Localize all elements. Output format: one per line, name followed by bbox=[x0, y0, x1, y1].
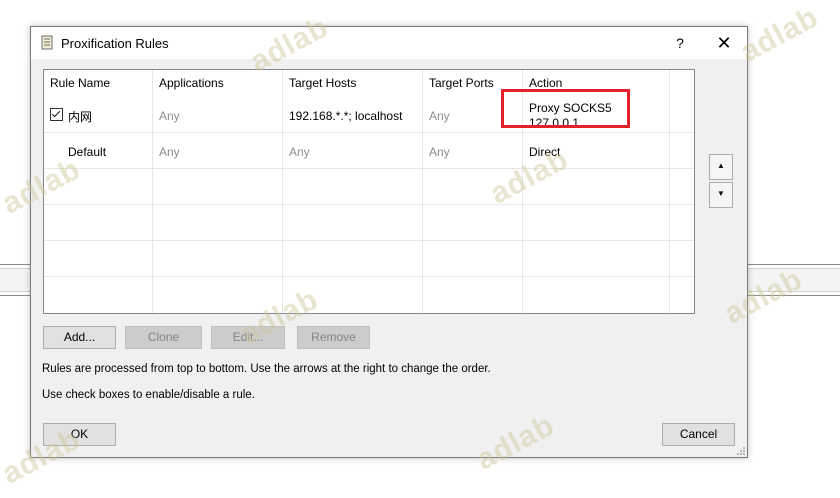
rule-applications: Any bbox=[159, 109, 180, 123]
header-target-ports[interactable]: Target Ports bbox=[423, 70, 494, 96]
move-up-button[interactable]: ▲ bbox=[709, 154, 733, 180]
rule-target-hosts: Any bbox=[289, 145, 310, 159]
resize-grip-icon[interactable] bbox=[736, 446, 746, 456]
dialog-title: Proxification Rules bbox=[61, 36, 169, 51]
row-divider bbox=[44, 276, 694, 277]
rule-target-ports: Any bbox=[429, 109, 450, 123]
ok-button[interactable]: OK bbox=[43, 423, 116, 446]
rule-action: Direct bbox=[529, 145, 561, 159]
highlight-box bbox=[501, 89, 630, 128]
row-divider bbox=[44, 204, 694, 205]
row-divider bbox=[44, 168, 694, 169]
cancel-button[interactable]: Cancel bbox=[662, 423, 735, 446]
header-rule-name[interactable]: Rule Name bbox=[44, 70, 110, 96]
close-icon[interactable]: ✕ bbox=[707, 31, 741, 55]
rule-target-ports: Any bbox=[429, 145, 450, 159]
rule-name: Default bbox=[68, 145, 107, 159]
header-target-hosts[interactable]: Target Hosts bbox=[283, 70, 356, 96]
title-bar: Proxification Rules ? ✕ bbox=[31, 27, 747, 59]
checkbox-help-text: Use check boxes to enable/disable a rule… bbox=[42, 389, 255, 401]
clone-button[interactable]: Clone bbox=[125, 326, 202, 349]
remove-button[interactable]: Remove bbox=[297, 326, 370, 349]
rules-document-icon bbox=[41, 35, 53, 50]
rule-target-hosts: 192.168.*.*; localhost bbox=[289, 109, 403, 123]
rule-applications: Any bbox=[159, 145, 180, 159]
header-applications[interactable]: Applications bbox=[153, 70, 224, 96]
add-button[interactable]: Add... bbox=[43, 326, 116, 349]
order-help-text: Rules are processed from top to bottom. … bbox=[42, 363, 491, 375]
rule-name: 内网 bbox=[68, 110, 93, 124]
help-button[interactable]: ? bbox=[663, 31, 697, 55]
row-divider bbox=[44, 132, 694, 133]
move-down-button[interactable]: ▼ bbox=[709, 182, 733, 208]
edit-button[interactable]: Edit... bbox=[211, 326, 285, 349]
watermark: adlab bbox=[734, 0, 824, 69]
row-divider bbox=[44, 240, 694, 241]
proxification-rules-dialog: Proxification Rules ? ✕ Rule Name Applic… bbox=[30, 26, 748, 458]
